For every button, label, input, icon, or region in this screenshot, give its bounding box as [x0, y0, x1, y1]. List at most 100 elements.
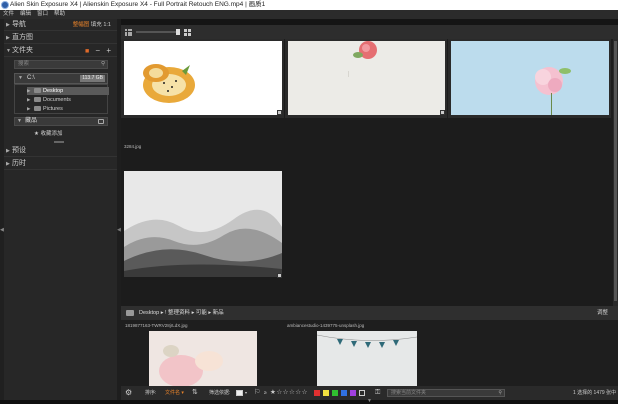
tree-item-label: Documents [43, 97, 71, 103]
color-label-red[interactable] [314, 390, 320, 396]
add-folder-button[interactable]: + [106, 46, 113, 55]
folder-search-input[interactable]: 搜索当前文件夹 ⚲ [387, 389, 505, 397]
adjust-button[interactable]: 调整 [597, 306, 608, 320]
expand-arrow-icon[interactable]: ▶ [27, 87, 30, 95]
expand-arrow-icon[interactable]: ▶ [27, 105, 30, 113]
thumbnail-image[interactable] [317, 331, 417, 386]
thumbnail-image[interactable] [124, 41, 282, 115]
presets-label: 预设 [12, 147, 26, 154]
expand-arrow-icon: ▶ [6, 161, 10, 167]
histogram-section-header[interactable]: ▶ 直方图 [4, 32, 117, 44]
histogram-label: 直方图 [12, 34, 33, 41]
breadcrumb-path[interactable]: Desktop ▸ ! 整理资料 ▸ 可能 ▸ 新品 [139, 310, 224, 316]
filter-label: 筛选依据: [209, 390, 231, 396]
color-label-blue[interactable] [341, 390, 347, 396]
add-favorite-button[interactable]: ★ 收藏添加 [34, 129, 62, 137]
presets-section-header[interactable]: ▶ 预设 [4, 145, 117, 157]
expand-arrow-icon: ▶ [6, 35, 10, 41]
photo-mountains [124, 209, 282, 277]
thumbnail-cell[interactable] [121, 39, 284, 118]
thumbnail-size-slider[interactable] [136, 31, 180, 33]
menu-window[interactable]: 窗口 [37, 10, 48, 19]
folder-add-icon[interactable]: ■ [85, 48, 91, 55]
folder-icon [34, 97, 41, 102]
selection-count: 1 选择的 1479 张中 [573, 390, 617, 396]
menu-bar: 文件 编辑 窗口 帮助 [0, 10, 618, 19]
favorites-label: 藏品 [25, 118, 38, 124]
secondary-thumbnail-grid: 1819877163-TWRV28jrLdX.jpg ambiancestudi… [121, 320, 618, 386]
tree-item-desktop[interactable]: ▶ Desktop [27, 87, 109, 95]
flag-dropdown-icon[interactable]: ▾ [245, 386, 247, 400]
tree-item-label: Desktop [43, 88, 64, 94]
filter-key-icon[interactable]: ⚿ [375, 386, 380, 400]
tree-item-pictures[interactable]: ▶ Pictures [27, 105, 109, 113]
folder-controls: ■ − + [85, 45, 113, 58]
thumbnail-image[interactable] [288, 41, 445, 115]
drive-label: C:\ [27, 75, 35, 81]
thumbnail-filename: ambiancestudio-1439775-unsplash.jpg [287, 323, 365, 328]
thumbnail-filename: 3284.jpg [124, 144, 142, 149]
sort-dropdown[interactable]: 文件名 ▾ [165, 386, 184, 400]
scrollbar-thumb[interactable] [614, 41, 617, 301]
search-icon: ⚲ [100, 61, 105, 67]
browser-toolbar [121, 25, 618, 39]
zoom-fill-button[interactable]: 填充 [91, 22, 102, 28]
photo-flower [348, 41, 377, 77]
panel-resize-grip[interactable] [54, 141, 64, 143]
menu-file[interactable]: 文件 [3, 10, 14, 19]
nav-section-header[interactable]: ▶ 导航 整幅图 填充 1:1 [4, 19, 117, 31]
photo-pink-flower [535, 67, 571, 115]
nav-label: 导航 [12, 21, 26, 28]
small-grid-icon[interactable] [125, 29, 132, 36]
favorites-row[interactable]: ▼ 藏品 [14, 117, 108, 126]
photo-bunting [317, 334, 417, 348]
breadcrumb: Desktop ▸ ! 整理资料 ▸ 可能 ▸ 新品 调整 [121, 306, 618, 320]
menu-edit[interactable]: 编辑 [20, 10, 31, 19]
thumbnail-image[interactable] [451, 41, 609, 115]
collapse-bottom-icon[interactable]: ▼ [367, 398, 372, 404]
gear-icon[interactable]: ⚙ [125, 386, 132, 400]
photo-fruit [143, 64, 195, 103]
remove-folder-button[interactable]: − [95, 46, 102, 55]
photo-pastel [159, 345, 223, 386]
vertical-scrollbar[interactable] [613, 39, 618, 306]
edit-badge-icon [277, 110, 282, 115]
zoom-fit-button[interactable]: 整幅图 [73, 22, 90, 28]
drive-row[interactable]: ▼ C:\ 113.7 GB [14, 73, 108, 84]
thumbnail-filename: 1819877163-TWRV28jrLdX.jpg [125, 323, 188, 328]
sort-direction-icon[interactable]: ⇅ [192, 386, 198, 400]
color-label-purple[interactable] [350, 390, 356, 396]
folders-label: 文件夹 [12, 47, 33, 54]
menu-help[interactable]: 帮助 [54, 10, 65, 19]
zoom-1to1-button[interactable]: 1:1 [103, 22, 111, 28]
color-label-yellow[interactable] [323, 390, 329, 396]
star-rating-filter[interactable]: ★☆☆☆☆☆ [270, 386, 308, 400]
thumbnail-image[interactable] [149, 331, 257, 386]
color-label-green[interactable] [332, 390, 338, 396]
folder-search-input[interactable]: 搜索 ⚲ [14, 60, 108, 69]
slider-handle[interactable] [176, 29, 180, 35]
flag-outline-icon[interactable]: ⚐ [254, 386, 260, 400]
expand-arrow-icon[interactable]: ▶ [27, 96, 30, 104]
search-placeholder: 搜索当前文件夹 [391, 390, 427, 396]
folders-section-header[interactable]: ▼ 文件夹 ■ − + [4, 45, 117, 57]
flag-white-icon[interactable] [236, 390, 243, 396]
thumbnail-cell[interactable] [448, 39, 611, 118]
collapse-arrow-icon: ▼ [6, 48, 11, 54]
collection-icon[interactable] [98, 119, 104, 124]
search-placeholder: 搜索 [18, 61, 30, 67]
tree-item-documents[interactable]: ▶ Documents [27, 96, 109, 104]
nav-zoom-controls: 整幅图 填充 1:1 [73, 19, 111, 31]
folder-icon [34, 88, 41, 93]
history-section-header[interactable]: ▶ 历时 [4, 158, 117, 170]
edit-badge-icon [277, 273, 282, 278]
thumbnail-cell[interactable] [285, 39, 447, 118]
collapse-arrow-icon: ▼ [17, 118, 22, 124]
folder-icon [34, 106, 41, 111]
tree-item-label: Pictures [43, 106, 63, 112]
thumbnail-cell[interactable]: 3284.jpg [121, 142, 284, 279]
color-label-none[interactable] [359, 390, 365, 396]
rating-operator[interactable]: ≥ [264, 386, 267, 400]
thumbnail-image[interactable] [124, 171, 282, 277]
large-grid-icon[interactable] [184, 29, 191, 36]
